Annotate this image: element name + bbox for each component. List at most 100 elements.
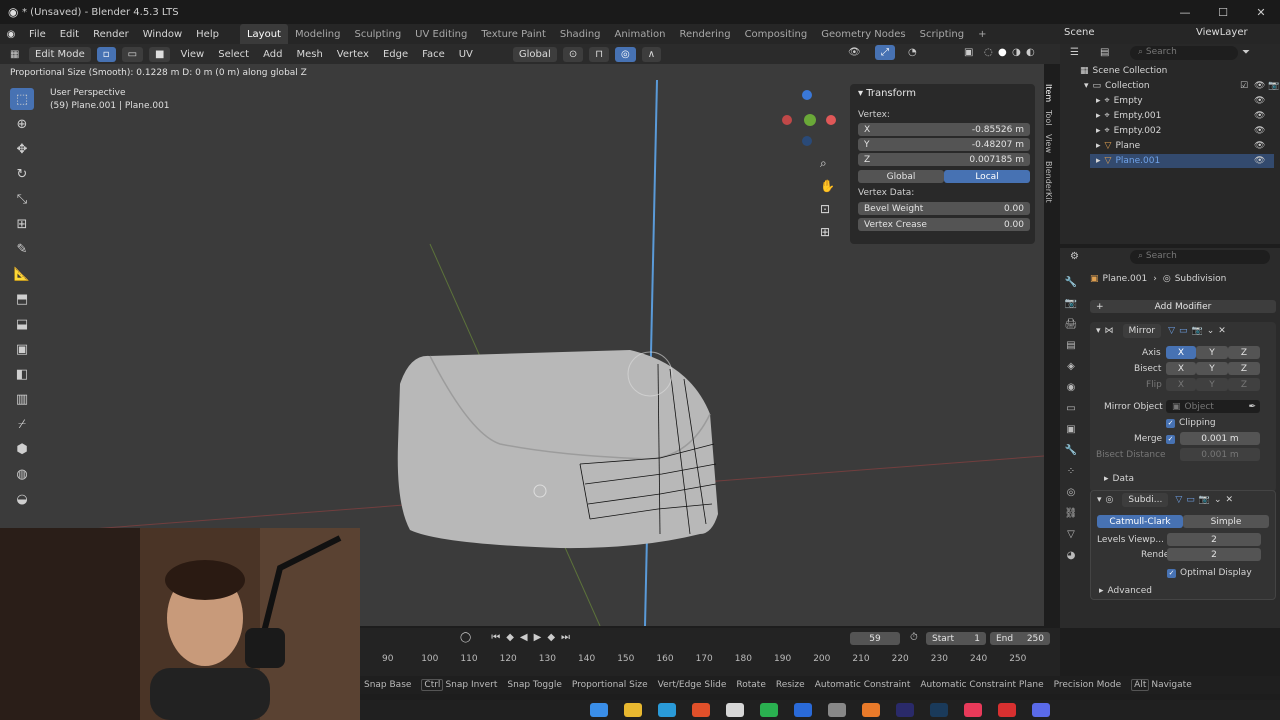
current-frame-field[interactable]: 59	[850, 632, 900, 645]
music-icon[interactable]	[964, 703, 982, 717]
eye-icon[interactable]: 👁	[1254, 156, 1265, 166]
gizmo-x-icon[interactable]	[826, 115, 836, 125]
prev-keyframe-icon[interactable]: ◆	[506, 632, 514, 643]
loop-cut-icon[interactable]: ▥	[10, 388, 34, 410]
tab-geometry-nodes[interactable]: Geometry Nodes	[814, 24, 912, 44]
dropdown-icon[interactable]: ⌄	[1207, 326, 1215, 336]
blender-menu-icon[interactable]: ◉	[0, 29, 22, 40]
collection-tab-icon[interactable]: ▭	[1060, 398, 1082, 419]
windows-start-icon[interactable]	[590, 703, 608, 717]
select-box-icon[interactable]: ⬚	[10, 88, 34, 110]
shading-material-icon[interactable]: ◑	[1012, 47, 1021, 58]
discord-icon[interactable]	[1032, 703, 1050, 717]
data-subpanel[interactable]: ▸ Data	[1104, 472, 1134, 486]
view-layer-tab-icon[interactable]: ▤	[1060, 335, 1082, 356]
gizmo-neg-z-icon[interactable]	[802, 136, 812, 146]
editor-type-icon[interactable]: ▦	[10, 49, 26, 60]
add-workspace-icon[interactable]: +	[971, 24, 993, 44]
tab-item[interactable]: Item	[1044, 84, 1053, 102]
edit-mode-icon[interactable]: ▽	[1168, 326, 1175, 336]
tab-scripting[interactable]: Scripting	[913, 24, 971, 44]
inset-icon[interactable]: ▣	[10, 338, 34, 360]
add-cube-icon[interactable]: ⬒	[10, 288, 34, 310]
tab-shading[interactable]: Shading	[553, 24, 608, 44]
modifier-tab-icon[interactable]: 🔧	[1060, 440, 1082, 461]
bisect-z-toggle[interactable]: Z	[1228, 362, 1260, 375]
move-icon[interactable]: ✥	[10, 138, 34, 160]
cursor-icon[interactable]: ⊕	[10, 113, 34, 135]
merge-checkbox[interactable]: ✓	[1166, 432, 1179, 446]
display-mode-icon[interactable]: ▤	[1100, 47, 1109, 58]
menu-mesh[interactable]: Mesh	[289, 49, 329, 60]
render-display-icon[interactable]: 📷	[1192, 326, 1203, 336]
maximize-button[interactable]: ☐	[1204, 0, 1242, 24]
bisect-distance-field[interactable]: 0.001 m	[1180, 448, 1260, 461]
play-reverse-icon[interactable]: ◀	[520, 632, 528, 643]
shading-solid-icon[interactable]: ●	[998, 47, 1007, 58]
scene-tab-icon[interactable]: ◈	[1060, 356, 1082, 377]
proportional-edit-icon[interactable]: ◎	[615, 46, 636, 62]
menu-view[interactable]: View	[173, 49, 211, 60]
axis-y-toggle[interactable]: Y	[1196, 346, 1228, 359]
scale-icon[interactable]: ⤡	[10, 188, 34, 210]
add-modifier-button[interactable]: + Add Modifier	[1090, 300, 1276, 313]
material-tab-icon[interactable]: ◕	[1060, 545, 1082, 566]
shading-rendered-icon[interactable]: ◐	[1026, 47, 1035, 58]
close-button[interactable]: ✕	[1242, 0, 1280, 24]
outliner-search-input[interactable]: ⌕ Search	[1130, 46, 1238, 60]
youtube-icon[interactable]	[998, 703, 1016, 717]
subdiv-header[interactable]: ▾ ◎ Subdi... ▽ ▭ 📷 ⌄ ✕	[1097, 493, 1233, 507]
close-icon[interactable]: ✕	[1226, 495, 1234, 505]
dropdown-icon[interactable]: ⌄	[1214, 495, 1222, 505]
extrude-icon[interactable]: ⬓	[10, 313, 34, 335]
optimal-display-checkbox[interactable]: ✓ Optimal Display	[1167, 566, 1252, 580]
mirror-object-field[interactable]: ▣ Object ✒	[1166, 400, 1260, 413]
menu-add[interactable]: Add	[256, 49, 289, 60]
gizmo-z-icon[interactable]	[802, 90, 812, 100]
checkbox-icon[interactable]: ☑	[1240, 81, 1248, 91]
steam-icon[interactable]	[930, 703, 948, 717]
viewport-display-icon[interactable]: ▭	[1186, 495, 1195, 505]
edge-browser-icon[interactable]	[658, 703, 676, 717]
output-tab-icon[interactable]: 🖨	[1060, 314, 1082, 335]
tab-blenderkit[interactable]: BlenderKit	[1044, 161, 1053, 203]
bevel-icon[interactable]: ◧	[10, 363, 34, 385]
eye-icon[interactable]: 👁	[1254, 141, 1265, 151]
outliner-item-empty[interactable]: ▸ ⌖ Empty 👁	[1096, 94, 1274, 108]
local-toggle[interactable]: Local	[944, 170, 1030, 183]
brave-browser-icon[interactable]	[692, 703, 710, 717]
bisect-y-toggle[interactable]: Y	[1196, 362, 1228, 375]
menu-window[interactable]: Window	[136, 29, 189, 40]
filter-icon[interactable]: ⏷	[1242, 47, 1250, 58]
eye-icon[interactable]: 👁	[1254, 96, 1265, 106]
outliner-item-empty-001[interactable]: ▸ ⌖ Empty.001 👁	[1096, 109, 1274, 123]
tab-texture-paint[interactable]: Texture Paint	[474, 24, 553, 44]
eye-icon[interactable]: 👁	[1254, 126, 1265, 136]
xray-icon[interactable]: ▣	[964, 47, 973, 58]
pan-hand-icon[interactable]: ✋	[820, 175, 835, 198]
menu-uv[interactable]: UV	[452, 49, 480, 60]
overlay-icon[interactable]: ◔	[908, 47, 917, 58]
subdiv-name-field[interactable]: Subdi...	[1122, 493, 1169, 507]
outliner-editor-icon[interactable]: ☰	[1070, 47, 1079, 58]
gizmo-y-icon[interactable]	[804, 114, 816, 126]
edit-mode-icon[interactable]: ▽	[1175, 495, 1182, 505]
tab-uv-editing[interactable]: UV Editing	[408, 24, 474, 44]
tool-tab-icon[interactable]: 🔧	[1060, 272, 1082, 293]
app-icon[interactable]	[794, 703, 812, 717]
flip-y-toggle[interactable]: Y	[1196, 378, 1228, 391]
catmull-clark-toggle[interactable]: Catmull-Clark	[1097, 515, 1183, 528]
grid-view-icon[interactable]: ⊞	[820, 221, 835, 244]
scene-selector[interactable]: Scene	[1064, 27, 1095, 38]
axis-x-toggle[interactable]: X	[1166, 346, 1196, 359]
vertex-x-field[interactable]: X -0.85526 m	[858, 123, 1030, 136]
render-tab-icon[interactable]: 📷	[1060, 293, 1082, 314]
data-tab-icon[interactable]: ▽	[1060, 524, 1082, 545]
annotate-icon[interactable]: ✎	[10, 238, 34, 260]
advanced-subpanel[interactable]: ▸ Advanced	[1099, 584, 1152, 598]
menu-edge[interactable]: Edge	[376, 49, 415, 60]
vertex-crease-field[interactable]: Vertex Crease 0.00	[858, 218, 1030, 231]
smooth-icon[interactable]: ◒	[10, 488, 34, 510]
eye-icon[interactable]: 👁	[1254, 111, 1265, 121]
world-tab-icon[interactable]: ◉	[1060, 377, 1082, 398]
